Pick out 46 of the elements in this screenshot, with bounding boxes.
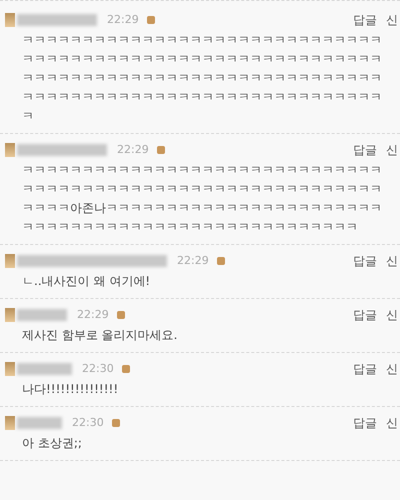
new-badge-icon — [216, 257, 225, 265]
comment-text: ㅋㅋㅋㅋㅋㅋㅋㅋㅋㅋㅋㅋㅋㅋㅋㅋㅋㅋㅋㅋㅋㅋㅋㅋㅋㅋㅋㅋㅋㅋ — [22, 162, 383, 179]
action-link[interactable]: 답글 — [353, 306, 377, 324]
new-badge-icon — [116, 311, 125, 319]
comment-text: 제사진 함부로 올리지마세요. — [22, 327, 178, 344]
blurred-name — [17, 363, 72, 375]
comment-text: 나다!!!!!!!!!!!!!!! — [22, 381, 120, 398]
blurred-name — [17, 309, 67, 321]
action-link[interactable]: 신 — [386, 306, 398, 324]
avatar-icon — [5, 13, 15, 27]
comment-text: ㄴ..내사진이 왜 여기에! — [22, 273, 152, 290]
action-link[interactable]: 신 — [386, 360, 398, 378]
comment-time: 22:29 — [77, 306, 109, 323]
action-link[interactable]: 답글 — [353, 11, 377, 29]
action-link[interactable]: 답글 — [353, 141, 377, 159]
action-link[interactable]: 답글 — [353, 252, 377, 270]
new-badge-icon — [146, 16, 155, 24]
new-badge-icon — [156, 146, 165, 154]
comment-text: ㅋㅋㅋㅋㅋㅋㅋㅋㅋㅋㅋㅋㅋㅋㅋㅋㅋㅋㅋㅋㅋㅋㅋㅋㅋㅋㅋㅋㅋㅋ — [22, 89, 383, 106]
action-link[interactable]: 신 — [386, 141, 398, 159]
comment-text: ㅋㅋㅋㅋㅋㅋㅋㅋㅋㅋㅋㅋㅋㅋㅋㅋㅋㅋㅋㅋㅋㅋㅋㅋㅋㅋㅋㅋㅋㅋ — [22, 70, 383, 87]
avatar-icon — [5, 143, 15, 157]
action-link[interactable]: 신 — [386, 252, 398, 270]
avatar-icon — [5, 308, 15, 322]
action-link[interactable]: 신 — [386, 11, 398, 29]
comment-time: 22:30 — [72, 414, 104, 431]
comment-text: ㅋㅋㅋㅋㅋㅋㅋㅋㅋㅋㅋㅋㅋㅋㅋㅋㅋㅋㅋㅋㅋㅋㅋㅋㅋㅋㅋㅋㅋㅋ — [22, 181, 383, 198]
comment-text: ㅋㅋㅋㅋ아존나ㅋㅋㅋㅋㅋㅋㅋㅋㅋㅋㅋㅋㅋㅋㅋㅋㅋㅋㅋㅋㅋㅋㅋ — [22, 200, 383, 217]
comment-time: 22:29 — [177, 252, 209, 269]
avatar-icon — [5, 254, 15, 268]
action-link[interactable]: 답글 — [353, 414, 377, 432]
action-link[interactable]: 답글 — [353, 360, 377, 378]
blurred-name — [17, 417, 62, 429]
comment-time: 22:29 — [107, 12, 139, 28]
comment-time: 22:30 — [82, 360, 114, 377]
avatar-icon — [5, 362, 15, 376]
comment-text: ㅋㅋㅋㅋㅋㅋㅋㅋㅋㅋㅋㅋㅋㅋㅋㅋㅋㅋㅋㅋㅋㅋㅋㅋㅋㅋㅋㅋ — [22, 219, 359, 236]
comment-text: ㅋ — [22, 108, 35, 125]
new-badge-icon — [112, 419, 120, 427]
new-badge-icon — [122, 365, 130, 373]
comment-text: 아 초상권;; — [22, 435, 83, 452]
comment-text: ㅋㅋㅋㅋㅋㅋㅋㅋㅋㅋㅋㅋㅋㅋㅋㅋㅋㅋㅋㅋㅋㅋㅋㅋㅋㅋㅋㅋㅋㅋ — [22, 32, 383, 49]
comment-time: 22:29 — [117, 142, 149, 158]
action-link[interactable]: 신 — [386, 414, 398, 432]
avatar-icon — [5, 416, 15, 430]
comment-text: ㅋㅋㅋㅋㅋㅋㅋㅋㅋㅋㅋㅋㅋㅋㅋㅋㅋㅋㅋㅋㅋㅋㅋㅋㅋㅋㅋㅋㅋㅋ — [22, 51, 383, 68]
